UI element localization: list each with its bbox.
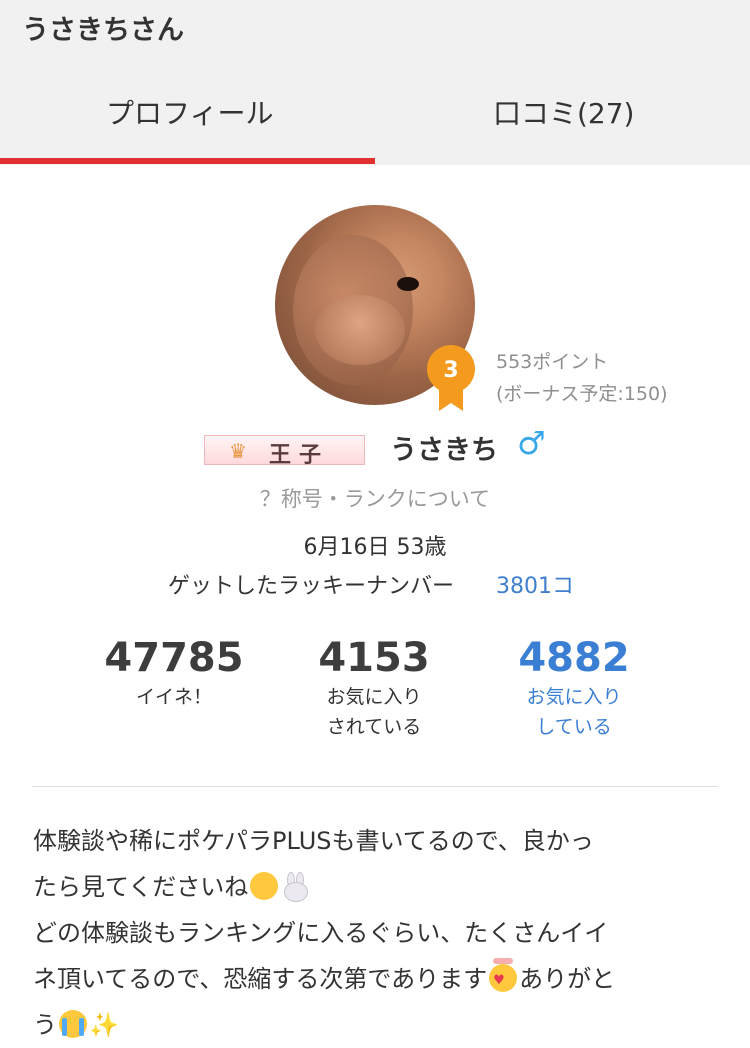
profile-header: うさきちさん プロフィール 口コミ(27)	[0, 0, 750, 165]
bio-line-4-end: ありがと	[519, 965, 616, 993]
avatar-paw	[315, 295, 405, 365]
favoriting-label-line2: している	[536, 716, 612, 738]
bonus-value: (ボーナス予定:150)	[496, 383, 668, 405]
rank-medal-icon: 3	[427, 345, 475, 411]
lucky-number-label: ゲットしたラッキーナンバー	[168, 574, 455, 599]
bio-line-1: 体験談や稀にポケパラPLUSも書いてるので、良かっ	[33, 827, 594, 855]
page-title: うさきちさん	[22, 15, 184, 46]
likes-count: 47785	[104, 635, 244, 681]
bio-line-4: ネ頂いてるので、恐縮する次第であります	[33, 965, 488, 993]
rabbit-face-emoji-icon	[282, 872, 309, 902]
favorited-by-count: 4153	[318, 635, 430, 681]
rank-number: 3	[443, 358, 458, 383]
birthday-age: 6月16日 53歳	[303, 535, 447, 560]
crying-face-emoji-icon	[59, 1010, 87, 1038]
sparkles-emoji-icon: ✨	[89, 1011, 119, 1039]
favoriting-count: 4882	[518, 635, 630, 681]
stat-favoriting[interactable]: 4882 お気に入り している	[464, 634, 684, 742]
points-value: 553ポイント	[496, 351, 609, 373]
title-badge-text: 王子	[269, 443, 330, 468]
smiling-face-emoji-icon	[250, 872, 279, 900]
points-info: 553ポイント (ボーナス予定:150)	[496, 346, 668, 410]
rank-info-link[interactable]: ？称号・ランクについて	[0, 483, 750, 513]
avatar-eye	[397, 277, 419, 291]
smiling-face-with-hearts-emoji-icon	[489, 958, 518, 992]
bio-line-3: どの体験談もランキングに入るぐらい、たくさんイイ	[33, 919, 609, 947]
active-tab-indicator	[0, 158, 375, 164]
profile-bio: 体験談や稀にポケパラPLUSも書いてるので、良かっ たら見てくださいね どの体験…	[33, 818, 723, 1048]
username: うさきち	[390, 435, 498, 466]
stat-favorited-by[interactable]: 4153 お気に入り されている	[264, 634, 484, 742]
bio-line-5: う	[33, 1011, 57, 1039]
likes-label: イイネ！	[135, 686, 212, 708]
tab-profile[interactable]: プロフィール	[106, 92, 273, 132]
crown-icon: ♛	[229, 439, 247, 463]
favoriting-label-line1: お気に入り	[526, 686, 622, 708]
male-gender-icon: ♂	[517, 424, 546, 462]
favorited-by-label-line1: お気に入り	[326, 686, 422, 708]
lucky-number-link[interactable]: 3801コ	[496, 568, 574, 600]
favorited-by-label-line2: されている	[326, 716, 422, 738]
divider	[32, 786, 718, 787]
tab-reviews[interactable]: 口コミ(27)	[493, 92, 634, 132]
bio-line-2: たら見てくださいね	[33, 873, 249, 901]
title-badge: ♛ 王子	[204, 435, 365, 468]
stat-likes: 47785 イイネ！	[64, 634, 284, 712]
